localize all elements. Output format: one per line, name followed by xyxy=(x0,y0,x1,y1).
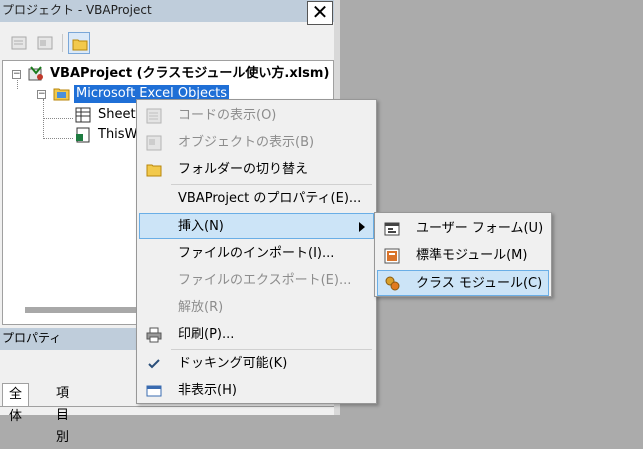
menu-item-userform[interactable]: ユーザー フォーム(U) xyxy=(377,216,549,242)
menu-item-label: ファイルのエクスポート(E)... xyxy=(178,273,352,288)
object-icon xyxy=(146,135,162,151)
view-object-button[interactable] xyxy=(34,32,56,54)
menu-item-label: ファイルのインポート(I)... xyxy=(178,246,335,261)
pane-toolbar xyxy=(0,26,334,78)
menu-item-remove[interactable]: 解放(R) xyxy=(139,295,374,321)
toolbar-separator xyxy=(62,34,63,52)
window-icon xyxy=(146,385,162,397)
menu-item-label: VBAProject のプロパティ(E)... xyxy=(178,191,362,206)
menu-item-label: フォルダーの切り替え xyxy=(178,162,309,177)
menu-item-standard-module[interactable]: 標準モジュール(M) xyxy=(377,243,549,269)
insert-submenu: ユーザー フォーム(U) 標準モジュール(M) クラス モジュール(C) xyxy=(374,212,552,297)
menu-item-label: クラス モジュール(C) xyxy=(416,276,543,291)
tree-node-thisworkbook-label: ThisW xyxy=(98,127,138,142)
pane-title: プロジェクト - VBAProject xyxy=(0,0,334,22)
menu-item-hide[interactable]: 非表示(H) xyxy=(139,378,374,404)
menu-separator xyxy=(171,349,372,350)
menu-item-toggle-folders[interactable]: フォルダーの切り替え xyxy=(139,157,374,183)
close-icon: ✕ xyxy=(311,0,329,24)
toggle-folders-button[interactable] xyxy=(68,32,90,54)
menu-item-label: 非表示(H) xyxy=(178,383,237,398)
tab-category[interactable]: 項目別 xyxy=(50,383,75,445)
menu-item-view-code[interactable]: コードの表示(O) xyxy=(139,103,374,129)
folder-icon xyxy=(72,39,88,51)
menu-item-class-module[interactable]: クラス モジュール(C) xyxy=(377,270,549,296)
view-code-icon xyxy=(11,36,27,50)
menu-item-label: 印刷(P)... xyxy=(178,327,235,342)
menu-item-label: 標準モジュール(M) xyxy=(416,248,528,263)
menu-item-label: ユーザー フォーム(U) xyxy=(416,221,544,236)
menu-item-project-properties[interactable]: VBAProject のプロパティ(E)... xyxy=(139,186,374,212)
menu-item-import-file[interactable]: ファイルのインポート(I)... xyxy=(139,241,374,267)
module-icon xyxy=(384,248,400,264)
printer-icon xyxy=(146,327,162,343)
menu-item-label: 解放(R) xyxy=(178,300,224,315)
menu-item-print[interactable]: 印刷(P)... xyxy=(139,322,374,348)
view-code-button[interactable] xyxy=(8,32,30,54)
class-module-icon xyxy=(385,276,400,291)
menu-item-label: コードの表示(O) xyxy=(178,108,277,123)
menu-item-insert[interactable]: 挿入(N) xyxy=(139,213,374,239)
submenu-arrow-icon xyxy=(359,222,365,232)
code-icon xyxy=(146,108,162,124)
worksheet-icon xyxy=(75,107,91,123)
menu-separator xyxy=(171,184,372,185)
vba-project-icon xyxy=(28,66,43,81)
divider xyxy=(0,406,334,407)
tree-node-sheet-label: Sheet xyxy=(98,107,136,122)
menu-item-view-object[interactable]: オブジェクトの表示(B) xyxy=(139,130,374,156)
userform-icon xyxy=(384,222,400,236)
menu-item-label: 挿入(N) xyxy=(178,219,224,234)
tab-all[interactable]: 全体 xyxy=(2,383,30,424)
menu-item-export-file[interactable]: ファイルのエクスポート(E)... xyxy=(139,268,374,294)
view-object-icon xyxy=(37,36,53,50)
collapse-icon[interactable]: − xyxy=(12,70,21,79)
context-menu: コードの表示(O) オブジェクトの表示(B) フォルダーの切り替え VBAPro… xyxy=(136,99,377,404)
checkmark-icon xyxy=(148,359,160,369)
menu-item-dockable[interactable]: ドッキング可能(K) xyxy=(139,351,374,377)
menu-item-label: オブジェクトの表示(B) xyxy=(178,135,315,150)
tree-node-project[interactable]: − VBAProject (クラスモジュール使い方.xlsm) xyxy=(3,65,333,83)
tree-node-project-label: VBAProject (クラスモジュール使い方.xlsm) xyxy=(50,66,330,81)
menu-item-label: ドッキング可能(K) xyxy=(178,356,288,371)
collapse-icon[interactable]: − xyxy=(37,90,46,99)
close-button[interactable]: ✕ xyxy=(307,1,333,25)
folder-icon xyxy=(146,164,162,177)
folder-open-icon xyxy=(53,88,70,101)
workbook-icon xyxy=(76,127,90,143)
